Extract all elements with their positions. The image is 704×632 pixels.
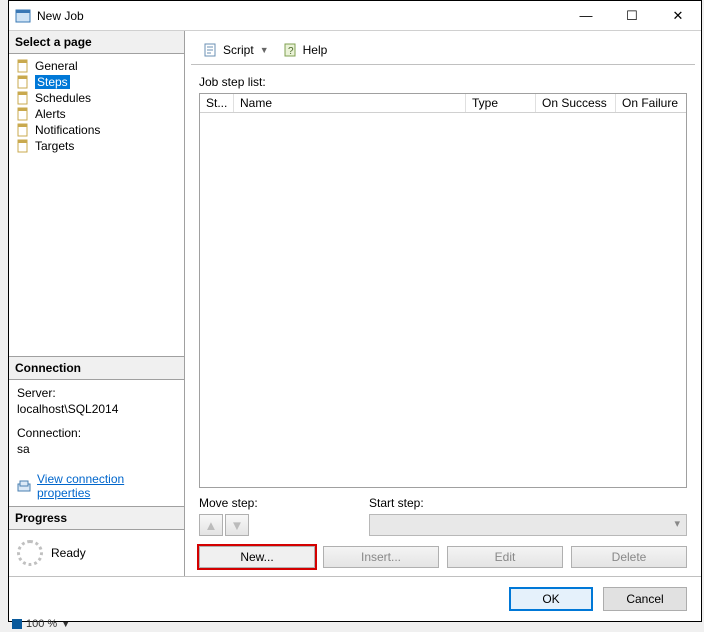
connection-label: Connection: — [17, 426, 176, 440]
nav-item-label: General — [35, 59, 78, 73]
nav-item-notifications[interactable]: Notifications — [9, 122, 184, 138]
script-label: Script — [223, 43, 254, 57]
arrow-up-icon: ▲ — [204, 518, 217, 533]
progress-spinner-icon — [17, 540, 43, 566]
help-icon: ? — [283, 42, 299, 58]
start-step-label: Start step: — [369, 496, 687, 510]
connection-value: sa — [17, 442, 176, 456]
move-step-label: Move step: — [199, 496, 339, 510]
select-page-header: Select a page — [9, 31, 184, 54]
progress-header: Progress — [9, 507, 184, 530]
script-button[interactable]: Script ▼ — [199, 40, 275, 60]
view-connection-properties-link[interactable]: View connection properties — [37, 472, 176, 500]
col-on-success[interactable]: On Success — [536, 94, 616, 112]
toolbar: Script ▼ ? Help — [191, 35, 695, 65]
delete-button[interactable]: Delete — [571, 546, 687, 568]
col-step[interactable]: St... — [200, 94, 234, 112]
grid-body — [200, 113, 686, 487]
nav-item-label: Notifications — [35, 123, 100, 137]
zoom-level: 100 % — [26, 618, 57, 630]
nav-item-label: Steps — [35, 75, 70, 89]
job-step-grid[interactable]: St... Name Type On Success On Failure — [199, 93, 687, 488]
sidebar: Select a page General Steps Schedules Al… — [9, 31, 185, 576]
main-panel: Script ▼ ? Help Job step list: St... Nam… — [185, 31, 701, 576]
nav-item-general[interactable]: General — [9, 58, 184, 74]
page-nav: General Steps Schedules Alerts Notificat… — [9, 54, 184, 158]
connection-icon — [17, 479, 33, 493]
col-on-failure[interactable]: On Failure — [616, 94, 686, 112]
nav-item-schedules[interactable]: Schedules — [9, 90, 184, 106]
arrow-down-icon: ▼ — [230, 518, 243, 533]
page-icon — [15, 123, 31, 137]
app-icon — [15, 8, 31, 24]
page-icon — [15, 91, 31, 105]
move-down-button[interactable]: ▼ — [225, 514, 249, 536]
dialog-window: New Job — ☐ ✕ Select a page General Step… — [8, 0, 702, 622]
insert-button[interactable]: Insert... — [323, 546, 439, 568]
progress-section: Progress Ready — [9, 506, 184, 576]
nav-item-label: Alerts — [35, 107, 66, 121]
help-button[interactable]: ? Help — [279, 40, 332, 60]
edit-button[interactable]: Edit — [447, 546, 563, 568]
col-type[interactable]: Type — [466, 94, 536, 112]
nav-item-label: Targets — [35, 139, 74, 153]
svg-text:?: ? — [288, 46, 294, 57]
dropdown-arrow-icon: ▼ — [258, 45, 271, 55]
job-step-list-label: Job step list: — [199, 75, 687, 89]
page-icon — [15, 139, 31, 153]
ok-button[interactable]: OK — [509, 587, 593, 611]
window-title: New Job — [37, 9, 563, 23]
maximize-button[interactable]: ☐ — [609, 1, 655, 30]
page-icon — [15, 59, 31, 73]
progress-status: Ready — [51, 546, 86, 560]
nav-item-steps[interactable]: Steps — [9, 74, 184, 90]
nav-item-targets[interactable]: Targets — [9, 138, 184, 154]
status-chip-icon — [12, 619, 22, 629]
cancel-button[interactable]: Cancel — [603, 587, 687, 611]
new-button[interactable]: New... — [199, 546, 315, 568]
close-button[interactable]: ✕ — [655, 1, 701, 30]
script-icon — [203, 42, 219, 58]
titlebar: New Job — ☐ ✕ — [9, 1, 701, 31]
connection-header: Connection — [9, 357, 184, 380]
col-name[interactable]: Name — [234, 94, 466, 112]
move-up-button[interactable]: ▲ — [199, 514, 223, 536]
minimize-button[interactable]: — — [563, 1, 609, 30]
server-label: Server: — [17, 386, 176, 400]
zoom-dropdown-icon[interactable]: ▼ — [61, 619, 70, 629]
start-step-select[interactable] — [369, 514, 687, 536]
nav-item-label: Schedules — [35, 91, 91, 105]
connection-section: Connection Server: localhost\SQL2014 Con… — [9, 356, 184, 506]
window-buttons: — ☐ ✕ — [563, 1, 701, 30]
page-icon — [15, 75, 31, 89]
status-strip: 100 % ▼ — [12, 618, 70, 630]
dialog-footer: OK Cancel — [9, 576, 701, 621]
help-label: Help — [303, 43, 328, 57]
server-value: localhost\SQL2014 — [17, 402, 176, 416]
grid-header: St... Name Type On Success On Failure — [200, 94, 686, 113]
nav-item-alerts[interactable]: Alerts — [9, 106, 184, 122]
page-icon — [15, 107, 31, 121]
